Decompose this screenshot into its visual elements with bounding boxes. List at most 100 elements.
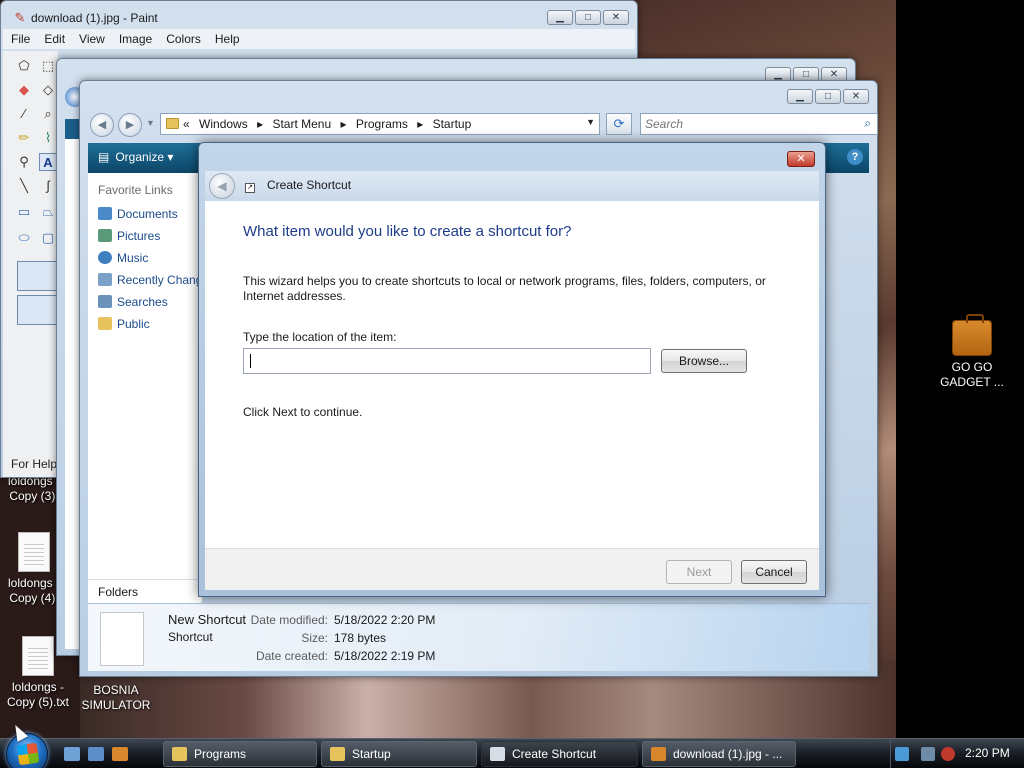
taskbar-button-label: Programs	[194, 747, 247, 761]
continue-hint: Click Next to continue.	[243, 405, 363, 419]
address-bar[interactable]: « Windows ▸ Start Menu ▸ Programs ▸ Star…	[160, 113, 600, 135]
back-button[interactable]: ◀	[90, 113, 114, 137]
windows-logo-icon	[16, 742, 40, 766]
details-date-created: 5/18/2022 2:19 PM	[334, 649, 436, 663]
menu-image[interactable]: Image	[111, 29, 158, 49]
explorer-navbar: ◀ ▶ ▼ « Windows ▸ Start Menu ▸ Programs …	[88, 111, 878, 139]
display-icon[interactable]	[921, 747, 935, 761]
browse-button[interactable]: Browse...	[661, 349, 747, 373]
polygon-icon[interactable]: ⏢	[39, 203, 57, 221]
maximize-button[interactable]: □	[815, 89, 841, 104]
wizard-back-button[interactable]: ◀	[209, 173, 235, 199]
rounded-rect-icon[interactable]: ▢	[39, 229, 57, 247]
brush-icon[interactable]: ⌇	[39, 129, 57, 147]
breadcrumb-windows[interactable]: Windows	[199, 117, 248, 131]
organize-button[interactable]: ▤ Organize ▾	[98, 150, 173, 164]
rectangle-icon[interactable]: ▭	[15, 203, 33, 221]
menu-help[interactable]: Help	[207, 29, 246, 49]
menu-file[interactable]: File	[3, 29, 36, 49]
eraser-icon[interactable]: ◆	[15, 81, 33, 99]
taskbar-clock[interactable]: 2:20 PM	[965, 746, 1010, 760]
pencil-icon[interactable]: ✏	[15, 129, 33, 147]
recently-changed-icon	[98, 273, 112, 286]
free-select-icon[interactable]: ⬠	[15, 57, 33, 75]
folders-label: Folders	[98, 585, 139, 599]
help-icon[interactable]: ?	[847, 149, 863, 165]
curve-icon[interactable]: ∫	[39, 177, 57, 195]
refresh-button[interactable]: ⟳	[606, 113, 632, 135]
paint-window-title: download (1).jpg - Paint	[31, 11, 158, 25]
folders-toggle[interactable]: Folders	[88, 579, 202, 601]
minimize-button[interactable]: ▁	[787, 89, 813, 104]
search-input[interactable]	[645, 115, 855, 133]
shortcut-file-icon	[100, 612, 144, 666]
desktop-icon-label: Copy (5).txt	[6, 695, 69, 709]
color-picker-icon[interactable]: ⁄	[15, 105, 33, 123]
folder-icon	[330, 747, 345, 761]
minimize-button[interactable]: ▁	[547, 10, 573, 25]
cancel-button[interactable]: Cancel	[741, 560, 807, 584]
breadcrumb-overflow[interactable]: «	[183, 117, 190, 131]
fill-icon[interactable]: ◇	[39, 81, 57, 99]
paint-menubar: File Edit View Image Colors Help	[3, 29, 635, 49]
location-input[interactable]	[243, 348, 651, 374]
favorite-link-documents[interactable]: Documents	[98, 207, 202, 221]
details-date-modified-label: Date modified:	[250, 613, 328, 627]
favorite-link-recently-changed[interactable]: Recently Chang	[98, 273, 202, 287]
address-dropdown-icon[interactable]: ▼	[586, 117, 595, 127]
taskbar-button-label: Startup	[352, 747, 391, 761]
start-button[interactable]	[6, 733, 48, 768]
network-icon[interactable]	[895, 747, 909, 761]
favorite-link-pictures[interactable]: Pictures	[98, 229, 202, 243]
breadcrumb-programs[interactable]: Programs	[356, 117, 408, 131]
search-icon[interactable]: ⌕	[864, 116, 871, 131]
close-button[interactable]: ✕	[843, 89, 869, 104]
desktop-icon-label: GO GO	[951, 360, 993, 374]
transparent-option-icon[interactable]	[17, 261, 57, 291]
ellipse-icon[interactable]: ⬭	[15, 229, 33, 247]
recent-pages-chevron-icon[interactable]: ▼	[146, 118, 155, 128]
forward-button[interactable]: ▶	[118, 113, 142, 137]
rect-select-icon[interactable]: ⬚	[39, 57, 57, 75]
paint-quicklaunch-icon[interactable]	[112, 747, 128, 761]
line-icon[interactable]: ╲	[15, 177, 33, 195]
taskbar-button-paint[interactable]: download (1).jpg - ...	[642, 741, 796, 767]
text-tool-icon[interactable]: A	[39, 153, 57, 171]
breadcrumb-start-menu[interactable]: Start Menu	[272, 117, 331, 131]
opaque-option-icon[interactable]	[17, 295, 57, 325]
show-desktop-icon[interactable]	[64, 747, 80, 761]
airbrush-icon[interactable]: ⚲	[15, 153, 33, 171]
menu-colors[interactable]: Colors	[158, 29, 207, 49]
favorite-link-label: Pictures	[117, 229, 161, 243]
menu-view[interactable]: View	[71, 29, 111, 49]
desktop-icon-bosnia-simulator[interactable]: BOSNIA SIMULATOR	[76, 683, 156, 713]
taskbar-button-programs[interactable]: Programs	[163, 741, 317, 767]
menu-edit[interactable]: Edit	[36, 29, 71, 49]
search-box[interactable]: ⌕	[640, 113, 878, 135]
close-button[interactable]: ✕	[603, 10, 629, 25]
dialog-close-button[interactable]: ✕	[787, 151, 815, 167]
next-button[interactable]: Next	[666, 560, 732, 584]
volume-muted-icon[interactable]	[941, 747, 955, 761]
favorite-link-searches[interactable]: Searches	[98, 295, 202, 309]
dialog-body: What item would you like to create a sho…	[205, 201, 819, 548]
paint-app-icon: ✎	[14, 10, 26, 25]
favorite-link-public[interactable]: Public	[98, 317, 202, 331]
taskbar-button-create-shortcut[interactable]: Create Shortcut	[481, 741, 638, 767]
favorite-link-music[interactable]: Music	[98, 251, 202, 265]
dialog-title: Create Shortcut	[267, 178, 352, 192]
organize-icon: ▤	[98, 150, 110, 164]
magnifier-icon[interactable]: ⌕	[39, 105, 57, 123]
maximize-button[interactable]: □	[575, 10, 601, 25]
create-shortcut-dialog[interactable]: ✕ ◀ ↗ Create Shortcut What item would yo…	[198, 142, 826, 597]
desktop-icon-label: loldongs -	[11, 680, 65, 694]
taskbar-button-startup[interactable]: Startup	[321, 741, 477, 767]
folder-icon	[98, 317, 112, 330]
shortcut-icon: ↗	[245, 183, 255, 193]
breadcrumb-startup[interactable]: Startup	[433, 117, 472, 131]
text-caret	[250, 354, 251, 368]
breadcrumb-separator-icon: ▸	[257, 117, 264, 131]
details-size: 178 bytes	[334, 631, 387, 645]
switch-windows-icon[interactable]	[88, 747, 104, 761]
desktop-icon-go-go-gadget[interactable]: GO GO GADGET ...	[932, 314, 1012, 390]
